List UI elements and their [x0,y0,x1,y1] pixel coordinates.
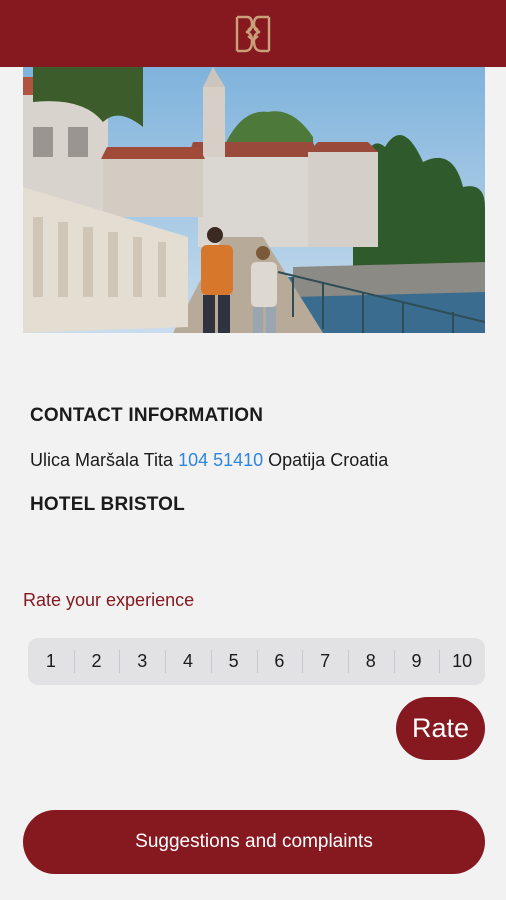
address-city: Opatija Croatia [268,450,389,470]
hotel-name-heading: HOTEL BRISTOL [30,494,185,515]
rate-experience-label: Rate your experience [23,590,195,610]
rating-option-4[interactable]: 4 [165,638,211,685]
rating-segmented-control: 1 2 3 4 5 6 7 8 9 10 [28,638,485,685]
address-street: Ulica Maršala Tita [30,450,174,470]
rating-option-9[interactable]: 9 [393,638,440,685]
hero-photo [23,67,485,333]
hotel-monogram-logo-icon [235,15,271,52]
rating-option-7[interactable]: 7 [302,638,348,685]
rating-option-5[interactable]: 5 [210,638,257,685]
rating-option-6[interactable]: 6 [256,638,303,685]
rate-button[interactable]: Rate [396,697,485,760]
rating-option-3[interactable]: 3 [119,638,165,685]
suggestions-complaints-button[interactable]: Suggestions and complaints [23,810,485,874]
hotel-address: Ulica Maršala Tita 104 51410 Opatija Cro… [30,450,388,471]
rating-option-1[interactable]: 1 [28,638,74,685]
contact-information-heading: CONTACT INFORMATION [30,405,264,426]
rating-option-8[interactable]: 8 [347,638,394,685]
rating-option-2[interactable]: 2 [73,638,120,685]
top-app-bar [0,0,506,67]
phone-link[interactable]: 104 51410 [178,450,263,470]
rating-option-10[interactable]: 10 [439,638,485,685]
